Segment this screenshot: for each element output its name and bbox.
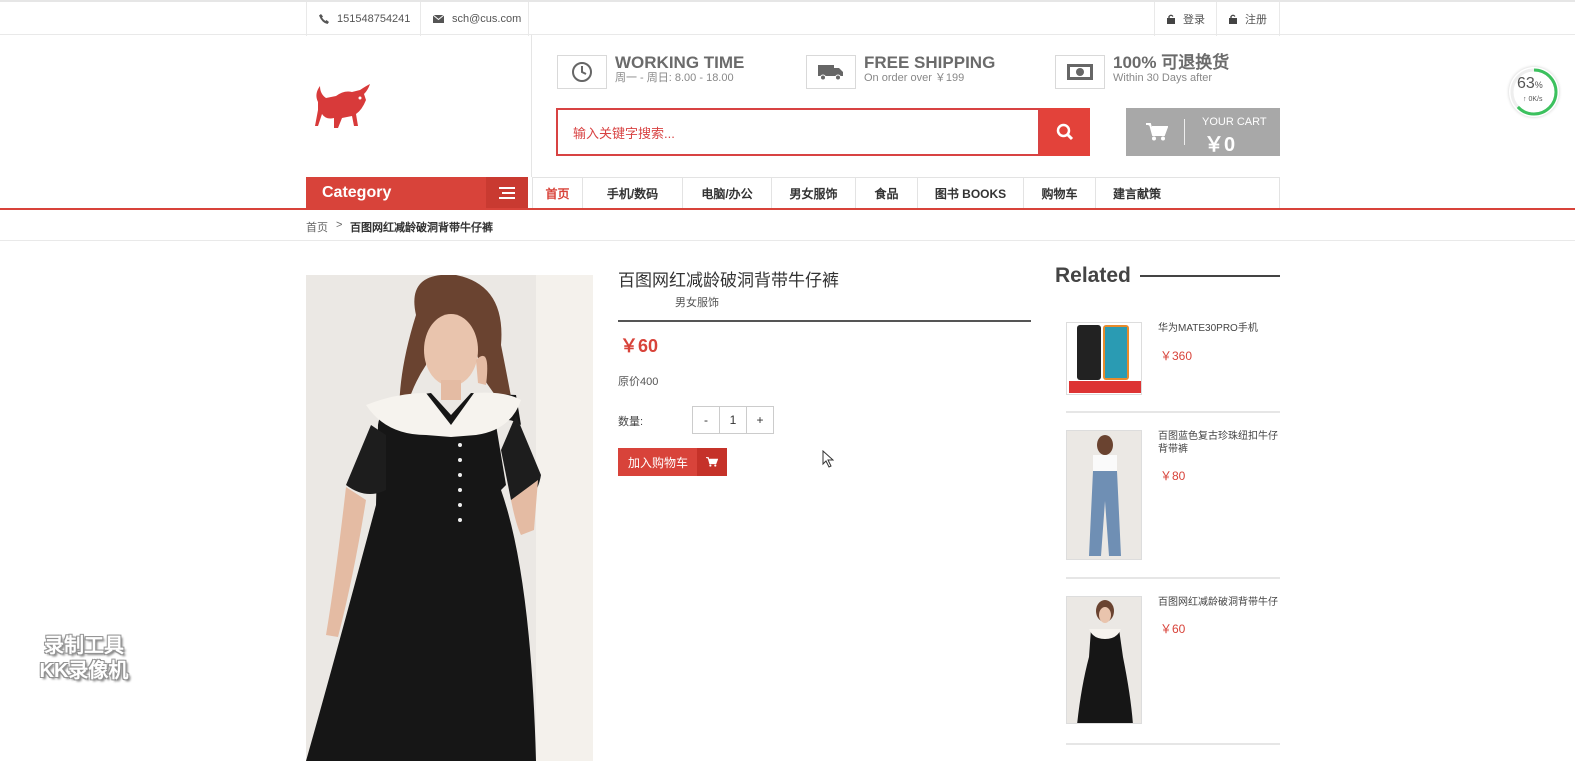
product-price: ￥60 (620, 336, 659, 356)
watermark-line-1: 录制工具 (44, 635, 124, 657)
menu-icon (499, 186, 515, 199)
truck-icon (806, 55, 856, 89)
main-nav: 首页 手机/数码 电脑/办公 男女服饰 食品 图书 BOOKS 购物车 建言献策 (532, 177, 1280, 208)
feature-subtitle: On order over ￥199 (864, 72, 965, 84)
related-divider (1066, 411, 1280, 413)
recorder-watermark: 录制工具 KK录像机 (28, 634, 140, 684)
login-link[interactable]: 登录 (1154, 2, 1216, 36)
search-button[interactable] (1040, 108, 1090, 156)
category-menu[interactable]: Category (306, 177, 528, 208)
feature-subtitle: 周一 - 周日: 8.00 - 18.00 (615, 72, 734, 84)
feature-title: WORKING TIME (615, 53, 745, 72)
related-divider (1066, 743, 1280, 745)
add-to-cart-label: 加入购物车 (628, 455, 689, 470)
dress-photo (306, 275, 593, 761)
cart-divider (1184, 119, 1185, 145)
nav-phones[interactable]: 手机/数码 (583, 178, 683, 208)
quantity-increment-button[interactable]: + (746, 406, 774, 434)
breadcrumb-separator: > (336, 219, 343, 231)
lock-icon (1167, 14, 1175, 24)
related-title-rule (1140, 275, 1280, 277)
quantity-input[interactable]: 1 (719, 406, 747, 434)
search-icon (1056, 123, 1074, 141)
quantity-decrement-button[interactable]: - (692, 406, 720, 434)
cart-icon (706, 457, 718, 467)
network-speed-widget[interactable]: 63% ↑ 0K/s (1509, 67, 1559, 117)
related-item-price: ￥60 (1160, 622, 1186, 636)
related-thumbnail[interactable] (1066, 596, 1142, 724)
related-item-name: 华为MATE30PRO手机 (1158, 323, 1258, 334)
nav-books[interactable]: 图书 BOOKS (918, 178, 1024, 208)
cart-label: YOUR CART (1202, 116, 1267, 128)
add-to-cart-button[interactable]: 加入购物车 (618, 448, 727, 476)
cart-amount: ￥0 (1204, 134, 1236, 156)
related-item-name: 百图网红减龄破洞背带牛仔裤 (1158, 597, 1278, 608)
product-category[interactable]: 男女服饰 (675, 294, 719, 310)
search-placeholder: 输入关键字搜索... (573, 125, 675, 141)
envelope-icon (433, 15, 444, 23)
related-item-price: ￥80 (1160, 469, 1186, 483)
search-input[interactable]: 输入关键字搜索... (556, 108, 1040, 156)
breadcrumb: 首页 > 百图网红减龄破洞背带牛仔裤 (0, 210, 1575, 241)
nav-suggestions[interactable]: 建言献策 (1096, 178, 1178, 208)
header-divider (531, 35, 532, 177)
nav-food[interactable]: 食品 (856, 178, 918, 208)
phone-icon (319, 14, 329, 24)
lock-icon (1229, 14, 1237, 24)
related-thumbnail[interactable] (1066, 322, 1142, 395)
top-bar: 151548754241 sch@cus.com 登录 注册 (0, 0, 1575, 36)
add-to-cart-icon-box (697, 448, 727, 476)
breadcrumb-home[interactable]: 首页 (306, 219, 328, 235)
nav-computers[interactable]: 电脑/办公 (683, 178, 772, 208)
site-logo[interactable] (312, 80, 376, 132)
email-address: sch@cus.com (452, 13, 522, 25)
related-item[interactable]: 百图蓝色复古珍珠纽扣牛仔背带裤 ￥80 (1066, 430, 1280, 560)
speed-rate: ↑ 0K/s (1523, 96, 1543, 103)
email-contact[interactable]: sch@cus.com (420, 2, 528, 36)
feature-working-time: WORKING TIME 周一 - 周日: 8.00 - 18.00 (557, 53, 745, 89)
clock-icon (557, 55, 607, 89)
money-icon (1055, 55, 1105, 89)
product-divider (618, 320, 1031, 322)
feature-title: FREE SHIPPING (864, 53, 996, 72)
product-image[interactable] (306, 275, 593, 761)
nav-home[interactable]: 首页 (533, 178, 583, 208)
nav-cart[interactable]: 购物车 (1024, 178, 1096, 208)
product-original-price: 原价400 (618, 376, 659, 388)
bull-logo-icon (315, 84, 370, 128)
product-title: 百图网红减龄破洞背带牛仔裤 (618, 271, 839, 290)
feature-subtitle: Within 30 Days after (1113, 72, 1213, 84)
register-link[interactable]: 注册 (1216, 2, 1280, 36)
phone-number: 151548754241 (337, 13, 411, 25)
feature-free-shipping: FREE SHIPPING On order over ￥199 (806, 53, 996, 89)
category-label: Category (322, 183, 392, 201)
related-item-name: 百图蓝色复古珍珠纽扣牛仔背带裤 (1158, 431, 1278, 455)
login-label: 登录 (1183, 14, 1205, 26)
speed-percent: 63% (1517, 75, 1543, 92)
related-divider (1066, 577, 1280, 579)
mouse-cursor-icon (822, 450, 834, 468)
cart-icon (1146, 123, 1168, 141)
breadcrumb-current: 百图网红减龄破洞背带牛仔裤 (350, 222, 493, 234)
related-item[interactable]: 华为MATE30PRO手机 ￥360 (1066, 322, 1280, 396)
phone-contact: 151548754241 (306, 2, 420, 36)
nav-clothing[interactable]: 男女服饰 (772, 178, 856, 208)
topbar-divider (528, 2, 529, 36)
watermark-line-2: KK录像机 (39, 660, 129, 682)
feature-returns: 100% 可退换货 Within 30 Days after (1055, 53, 1230, 89)
quantity-label: 数量: (618, 416, 644, 428)
related-item-price: ￥360 (1160, 349, 1193, 363)
register-label: 注册 (1245, 14, 1267, 26)
related-item[interactable]: 百图网红减龄破洞背带牛仔裤 ￥60 (1066, 596, 1280, 726)
category-toggle[interactable] (486, 177, 528, 208)
related-thumbnail[interactable] (1066, 430, 1142, 560)
related-title: Related (1055, 264, 1131, 287)
feature-title: 100% 可退换货 (1113, 53, 1230, 72)
cart-button[interactable]: YOUR CART ￥0 (1126, 108, 1280, 156)
